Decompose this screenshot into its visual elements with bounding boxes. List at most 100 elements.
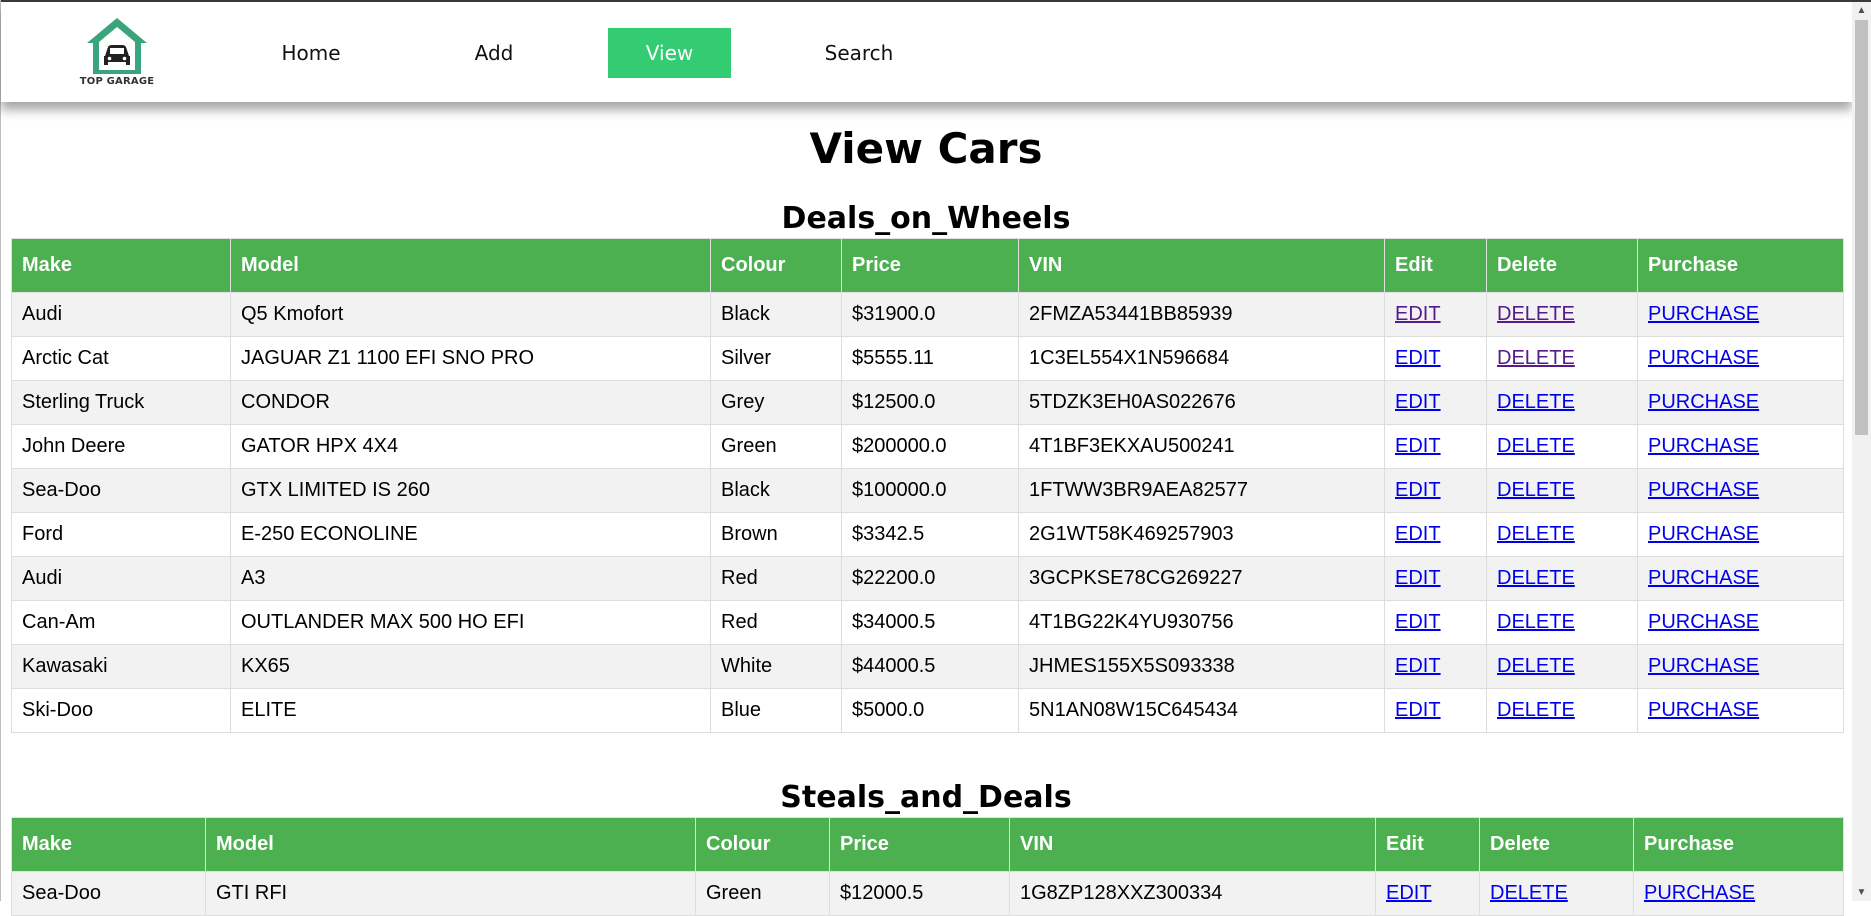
purchase-link[interactable]: PURCHASE [1648, 435, 1759, 457]
cell-purchase: PURCHASE [1637, 556, 1844, 601]
cell-price: $100000.0 [841, 468, 1019, 513]
edit-link[interactable]: EDIT [1395, 303, 1441, 325]
edit-link[interactable]: EDIT [1395, 699, 1441, 721]
table-row: Ski-Doo ELITE Blue $5000.0 5N1AN08W15C64… [11, 688, 1844, 733]
cell-model: JAGUAR Z1 1100 EFI SNO PRO [230, 336, 711, 381]
cell-colour: Black [710, 292, 842, 337]
cell-purchase: PURCHASE [1637, 468, 1844, 513]
cell-model: KX65 [230, 644, 711, 689]
column-header-edit: Edit [1375, 817, 1480, 872]
delete-link[interactable]: DELETE [1497, 611, 1575, 633]
column-header-vin: VIN [1009, 817, 1376, 872]
table-row: Audi Q5 Kmofort Black $31900.0 2FMZA5344… [11, 292, 1844, 337]
cell-edit: EDIT [1384, 424, 1487, 469]
cell-colour: Green [695, 871, 830, 916]
purchase-link[interactable]: PURCHASE [1648, 611, 1759, 633]
purchase-link[interactable]: PURCHASE [1648, 655, 1759, 677]
table-row: Audi A3 Red $22200.0 3GCPKSE78CG269227 E… [11, 556, 1844, 601]
delete-link[interactable]: DELETE [1497, 347, 1575, 369]
delete-link[interactable]: DELETE [1497, 523, 1575, 545]
cars-table-1: Make Model Colour Price VIN Edit Delete … [11, 238, 1844, 733]
column-header-price: Price [841, 238, 1019, 293]
table-row: Sterling Truck CONDOR Grey $12500.0 5TDZ… [11, 380, 1844, 425]
cell-edit: EDIT [1384, 600, 1487, 645]
page-scrollbar[interactable]: ▲ ▼ [1852, 2, 1871, 901]
nav-search[interactable]: Search [799, 28, 919, 78]
cell-model: GTX LIMITED IS 260 [230, 468, 711, 513]
delete-link[interactable]: DELETE [1497, 303, 1575, 325]
cell-edit: EDIT [1384, 292, 1487, 337]
cell-model: CONDOR [230, 380, 711, 425]
cell-price: $12000.5 [829, 871, 1010, 916]
cell-price: $31900.0 [841, 292, 1019, 337]
cell-purchase: PURCHASE [1637, 644, 1844, 689]
dealer-title-2: Steals_and_Deals [780, 780, 1072, 815]
column-header-model: Model [230, 238, 711, 293]
cell-vin: 4T1BG22K4YU930756 [1018, 600, 1385, 645]
garage-car-icon [87, 18, 147, 74]
dealer-title-1: Deals_on_Wheels [781, 201, 1071, 236]
cell-make: Ford [11, 512, 231, 557]
delete-link[interactable]: DELETE [1497, 435, 1575, 457]
edit-link[interactable]: EDIT [1395, 655, 1441, 677]
cell-make: John Deere [11, 424, 231, 469]
edit-link[interactable]: EDIT [1395, 391, 1441, 413]
column-header-colour: Colour [710, 238, 842, 293]
purchase-link[interactable]: PURCHASE [1648, 567, 1759, 589]
column-header-purchase: Purchase [1637, 238, 1844, 293]
edit-link[interactable]: EDIT [1395, 435, 1441, 457]
cell-vin: 5TDZK3EH0AS022676 [1018, 380, 1385, 425]
table-row: Sea-Doo GTX LIMITED IS 260 Black $100000… [11, 468, 1844, 513]
cell-make: Sea-Doo [11, 468, 231, 513]
cell-price: $12500.0 [841, 380, 1019, 425]
purchase-link[interactable]: PURCHASE [1648, 391, 1759, 413]
delete-link[interactable]: DELETE [1497, 567, 1575, 589]
cell-model: ELITE [230, 688, 711, 733]
column-header-vin: VIN [1018, 238, 1385, 293]
scroll-down-arrow-icon[interactable]: ▼ [1852, 884, 1871, 901]
cell-edit: EDIT [1375, 871, 1480, 916]
purchase-link[interactable]: PURCHASE [1648, 523, 1759, 545]
column-header-make: Make [11, 238, 231, 293]
cell-price: $5555.11 [841, 336, 1019, 381]
edit-link[interactable]: EDIT [1395, 567, 1441, 589]
nav-add[interactable]: Add [433, 28, 555, 78]
nav-home[interactable]: Home [251, 28, 371, 78]
edit-link[interactable]: EDIT [1395, 611, 1441, 633]
cell-edit: EDIT [1384, 556, 1487, 601]
table-row: Kawasaki KX65 White $44000.5 JHMES155X5S… [11, 644, 1844, 689]
column-header-model: Model [205, 817, 696, 872]
cell-delete: DELETE [1486, 336, 1638, 381]
delete-link[interactable]: DELETE [1497, 391, 1575, 413]
cell-make: Sea-Doo [11, 871, 206, 916]
purchase-link[interactable]: PURCHASE [1648, 699, 1759, 721]
cell-delete: DELETE [1486, 600, 1638, 645]
edit-link[interactable]: EDIT [1395, 347, 1441, 369]
table-header-row: Make Model Colour Price VIN Edit Delete … [11, 817, 1844, 872]
delete-link[interactable]: DELETE [1497, 699, 1575, 721]
cell-make: Kawasaki [11, 644, 231, 689]
purchase-link[interactable]: PURCHASE [1648, 303, 1759, 325]
cell-vin: 1G8ZP128XXZ300334 [1009, 871, 1376, 916]
delete-link[interactable]: DELETE [1497, 479, 1575, 501]
table-row: Arctic Cat JAGUAR Z1 1100 EFI SNO PRO Si… [11, 336, 1844, 381]
nav-view[interactable]: View [608, 28, 731, 78]
page-title: View Cars [809, 124, 1043, 173]
purchase-link[interactable]: PURCHASE [1648, 479, 1759, 501]
scroll-up-arrow-icon[interactable]: ▲ [1852, 2, 1871, 19]
delete-link[interactable]: DELETE [1497, 655, 1575, 677]
cell-vin: 3GCPKSE78CG269227 [1018, 556, 1385, 601]
table-row: Sea-Doo GTI RFI Green $12000.5 1G8ZP128X… [11, 871, 1844, 916]
cell-edit: EDIT [1384, 336, 1487, 381]
logo[interactable]: TOP GARAGE [75, 16, 159, 92]
scroll-thumb[interactable] [1855, 20, 1868, 435]
cell-delete: DELETE [1486, 688, 1638, 733]
edit-link[interactable]: EDIT [1395, 479, 1441, 501]
cell-delete: DELETE [1486, 644, 1638, 689]
cell-model: E-250 ECONOLINE [230, 512, 711, 557]
column-header-colour: Colour [695, 817, 830, 872]
edit-link[interactable]: EDIT [1395, 523, 1441, 545]
cell-purchase: PURCHASE [1637, 292, 1844, 337]
purchase-link[interactable]: PURCHASE [1648, 347, 1759, 369]
cell-purchase: PURCHASE [1637, 512, 1844, 557]
